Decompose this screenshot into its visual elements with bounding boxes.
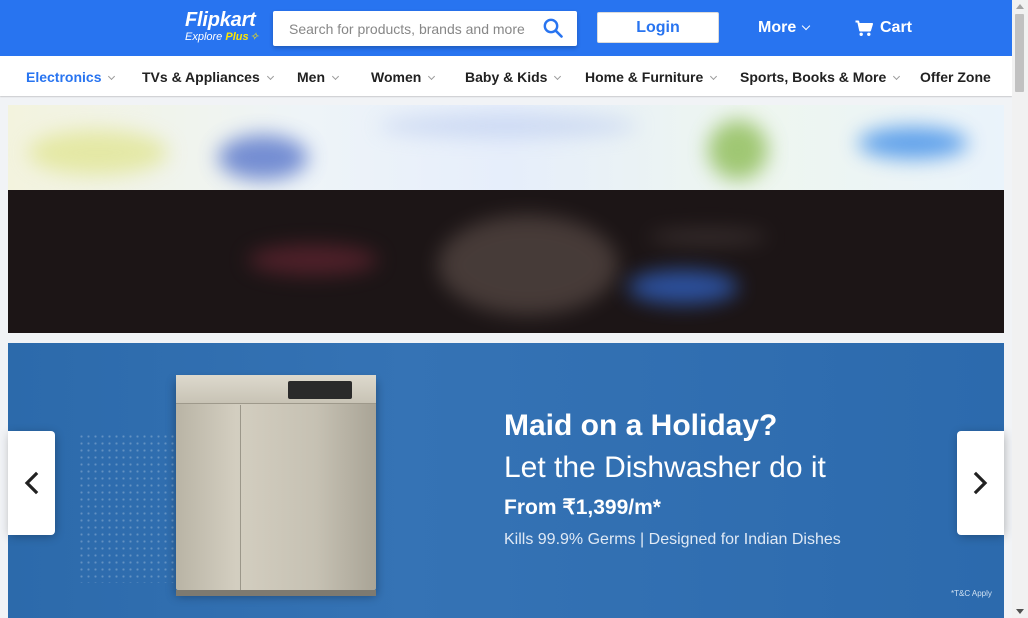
category-nav: Electronics TVs & Appliances Men Women B… <box>0 56 1012 96</box>
nav-item-women[interactable]: Women <box>371 69 436 85</box>
banner-blob <box>708 120 768 180</box>
nav-item-offer-zone[interactable]: Offer Zone <box>920 69 991 85</box>
nav-item-label: Baby & Kids <box>465 69 548 85</box>
chevron-down-icon <box>331 72 340 81</box>
logo-tagline-explore: Explore <box>185 31 223 43</box>
chevron-left-icon <box>24 471 39 495</box>
chevron-down-icon <box>266 72 274 81</box>
search-icon <box>543 18 563 38</box>
search-bar <box>273 11 577 46</box>
chevron-down-icon <box>428 72 436 81</box>
nav-item-label: Home & Furniture <box>585 69 704 85</box>
nav-item-sports-books-more[interactable]: Sports, Books & More <box>740 69 901 85</box>
nav-item-label: TVs & Appliances <box>142 69 260 85</box>
banner-blob <box>858 127 968 159</box>
nav-item-label: Sports, Books & More <box>740 69 887 85</box>
nav-item-label: Electronics <box>26 69 102 85</box>
top-header: Flipkart Explore Plus✧ Login More Cart <box>0 0 1012 56</box>
banner-blob <box>28 130 168 175</box>
promo-banner-top[interactable] <box>8 105 1004 190</box>
hero-carousel-slide[interactable]: Maid on a Holiday? Let the Dishwasher do… <box>8 343 1004 618</box>
carousel-prev-button[interactable] <box>8 431 55 535</box>
more-menu[interactable]: More <box>758 19 811 37</box>
scroll-up-button[interactable] <box>1012 0 1028 14</box>
scrollbar-thumb[interactable] <box>1015 14 1024 92</box>
cart-icon <box>855 20 873 36</box>
banner-blob <box>218 135 308 180</box>
dishwasher-base <box>176 590 376 596</box>
plus-logo-icon: ✧ <box>249 31 259 43</box>
nav-item-tvs-appliances[interactable]: TVs & Appliances <box>142 69 274 85</box>
chevron-down-icon <box>893 72 901 81</box>
search-input[interactable] <box>273 11 539 46</box>
dishwasher-panel-line <box>240 405 241 590</box>
hero-price: From ₹1,399/m* <box>504 496 661 519</box>
nav-item-label: Offer Zone <box>920 69 991 85</box>
cart-label: Cart <box>880 19 913 36</box>
banner-blob <box>628 270 738 304</box>
dishwasher-handle <box>288 381 352 399</box>
scroll-down-button[interactable] <box>1012 604 1028 618</box>
hero-terms-note: *T&C Apply <box>951 589 992 598</box>
logo-wordmark: Flipkart <box>185 9 256 31</box>
logo-tagline: Explore Plus✧ <box>185 31 259 43</box>
flipkart-logo[interactable]: Flipkart Explore Plus✧ <box>185 9 259 43</box>
nav-item-electronics[interactable]: Electronics <box>26 69 116 85</box>
search-button[interactable] <box>543 18 565 40</box>
page-scrollbar[interactable] <box>1012 0 1028 618</box>
triangle-up-icon <box>1016 4 1024 9</box>
hero-title: Maid on a Holiday? <box>504 409 778 442</box>
logo-tagline-plus: Plus <box>225 31 249 43</box>
banner-blob <box>648 230 768 244</box>
login-button[interactable]: Login <box>597 12 719 43</box>
hero-subtitle: Let the Dishwasher do it <box>504 451 826 484</box>
banner-blob <box>248 245 378 275</box>
chevron-down-icon <box>108 72 116 81</box>
nav-item-label: Women <box>371 69 422 85</box>
hero-tagline: Kills 99.9% Germs | Designed for Indian … <box>504 531 841 548</box>
nav-item-home-furniture[interactable]: Home & Furniture <box>585 69 718 85</box>
banner-blob <box>378 115 638 137</box>
cart-button[interactable]: Cart <box>855 19 912 37</box>
dishwasher-control-panel <box>176 375 376 404</box>
carousel-next-button[interactable] <box>957 431 1004 535</box>
chevron-down-icon <box>801 21 811 31</box>
nav-item-baby-kids[interactable]: Baby & Kids <box>465 69 562 85</box>
dishwasher-image <box>176 375 376 596</box>
nav-item-men[interactable]: Men <box>297 69 340 85</box>
triangle-down-icon <box>1016 609 1024 614</box>
promo-banner-dark[interactable] <box>8 190 1004 333</box>
chevron-down-icon <box>554 72 562 81</box>
more-label: More <box>758 19 797 36</box>
chevron-down-icon <box>710 72 718 81</box>
chevron-right-icon <box>973 471 988 495</box>
nav-item-label: Men <box>297 69 325 85</box>
banner-blob <box>438 215 618 315</box>
